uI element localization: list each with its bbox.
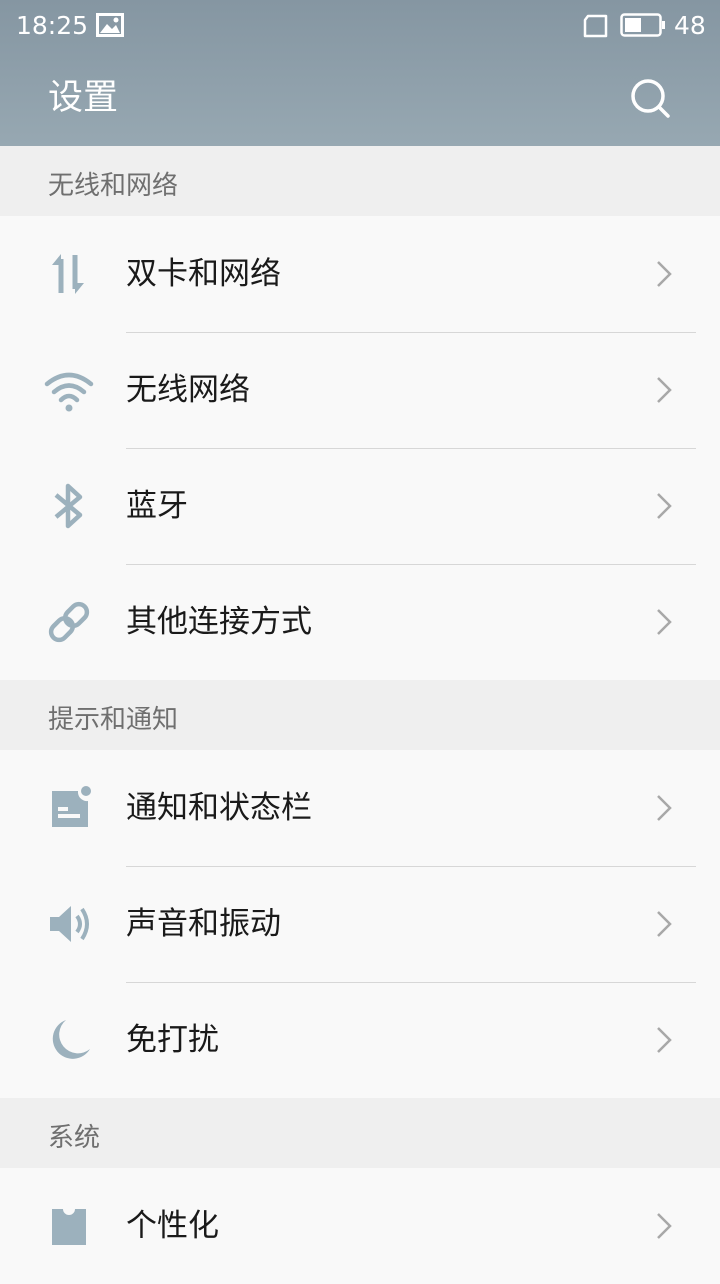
- image-notification-icon: [96, 13, 124, 37]
- settings-item-label: 蓝牙: [126, 488, 188, 524]
- dual-sim-arrows-icon: [52, 254, 84, 294]
- section-header-notifications: 提示和通知: [0, 680, 720, 750]
- chevron-right-icon: [657, 609, 672, 635]
- settings-item-bluetooth[interactable]: 蓝牙: [0, 448, 720, 564]
- link-icon: [48, 601, 90, 643]
- section-title: 系统: [48, 1123, 101, 1153]
- battery-level: 48: [674, 11, 706, 40]
- speaker-icon: [50, 906, 89, 942]
- page-title: 设置: [48, 78, 119, 118]
- settings-item-label: 无线网络: [126, 372, 250, 408]
- search-icon: [631, 79, 670, 118]
- section-header-wireless: 无线和网络: [0, 146, 720, 216]
- settings-item-other-connections[interactable]: 其他连接方式: [0, 564, 720, 680]
- sim-card-icon: [583, 14, 608, 38]
- settings-item-personalization[interactable]: 个性化: [0, 1168, 720, 1284]
- section-title: 无线和网络: [48, 171, 179, 201]
- settings-item-wifi[interactable]: 无线网络: [0, 332, 720, 448]
- chevron-right-icon: [657, 911, 672, 937]
- bluetooth-icon: [54, 483, 83, 529]
- settings-item-notification-status-bar[interactable]: 通知和状态栏: [0, 750, 720, 866]
- chevron-right-icon: [657, 261, 672, 287]
- settings-item-label: 个性化: [126, 1208, 219, 1244]
- app-header: 18:25 48 设置: [0, 0, 720, 146]
- battery-icon: [620, 13, 665, 37]
- section-header-system: 系统: [0, 1098, 720, 1168]
- section-title: 提示和通知: [48, 705, 179, 735]
- chevron-right-icon: [657, 377, 672, 403]
- chevron-right-icon: [657, 493, 672, 519]
- notification-icon: [52, 786, 91, 827]
- wifi-icon: [44, 372, 94, 412]
- chevron-right-icon: [657, 795, 672, 821]
- settings-item-label: 双卡和网络: [126, 256, 281, 292]
- settings-item-dual-sim[interactable]: 双卡和网络: [0, 216, 720, 332]
- settings-item-label: 其他连接方式: [126, 604, 312, 640]
- shirt-icon: [52, 1209, 86, 1245]
- settings-item-do-not-disturb[interactable]: 免打扰: [0, 982, 720, 1098]
- settings-item-label: 声音和振动: [126, 906, 281, 942]
- settings-item-sound-vibration[interactable]: 声音和振动: [0, 866, 720, 982]
- settings-item-label: 通知和状态栏: [126, 790, 312, 826]
- chevron-right-icon: [657, 1213, 672, 1239]
- status-time: 18:25: [16, 11, 89, 40]
- search-button[interactable]: [626, 74, 674, 122]
- moon-icon: [52, 1020, 90, 1059]
- settings-item-label: 免打扰: [126, 1022, 219, 1058]
- status-bar: 18:25 48: [0, 0, 720, 52]
- chevron-right-icon: [657, 1027, 672, 1053]
